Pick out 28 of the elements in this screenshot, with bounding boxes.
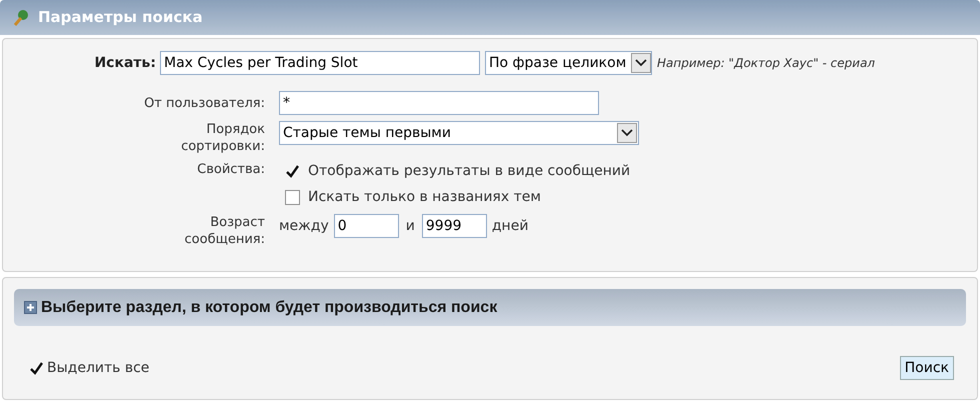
age-to-field[interactable]: 9999 <box>422 214 487 238</box>
caret-icon <box>631 53 651 73</box>
sort-select[interactable]: Старые темы первыми <box>279 121 639 145</box>
section-title: Выберите раздел, в котором будет производиться поиск <box>41 298 498 318</box>
days-text: дней <box>492 216 528 236</box>
checkbox[interactable] <box>29 360 44 376</box>
option-label: Искать только в названиях тем <box>308 188 541 207</box>
user-label: От пользователя: <box>143 94 266 112</box>
age-from-field[interactable]: 0 <box>334 214 399 238</box>
caret-icon <box>617 123 637 143</box>
user-field[interactable]: * <box>279 91 599 115</box>
search-label: Искать: <box>93 54 157 72</box>
mode-select[interactable]: По фразе целиком <box>485 51 652 75</box>
sort-label: Порядок сортировки: <box>180 121 266 155</box>
checkbox[interactable] <box>285 164 300 179</box>
search-hint: Например: "Доктор Хаус" - сериал <box>657 55 875 72</box>
section-header[interactable]: Выберите раздел, в котором будет производиться поиск <box>14 289 966 326</box>
panel-title: Параметры поиска <box>38 7 203 28</box>
and-text: и <box>404 216 416 236</box>
option-label: Отображать результаты в виде сообщений <box>308 162 630 181</box>
properties-label: Свойства: <box>196 161 266 178</box>
checkbox[interactable] <box>285 190 300 205</box>
search-field[interactable]: Max Cycles per Trading Slot <box>160 51 480 75</box>
expand-icon[interactable] <box>24 301 37 314</box>
select-all-label: Выделить все <box>47 358 150 378</box>
between-text: между <box>279 216 329 236</box>
search-button[interactable]: Поиск <box>900 356 954 380</box>
age-label: Возраст сообщения: <box>184 214 266 248</box>
